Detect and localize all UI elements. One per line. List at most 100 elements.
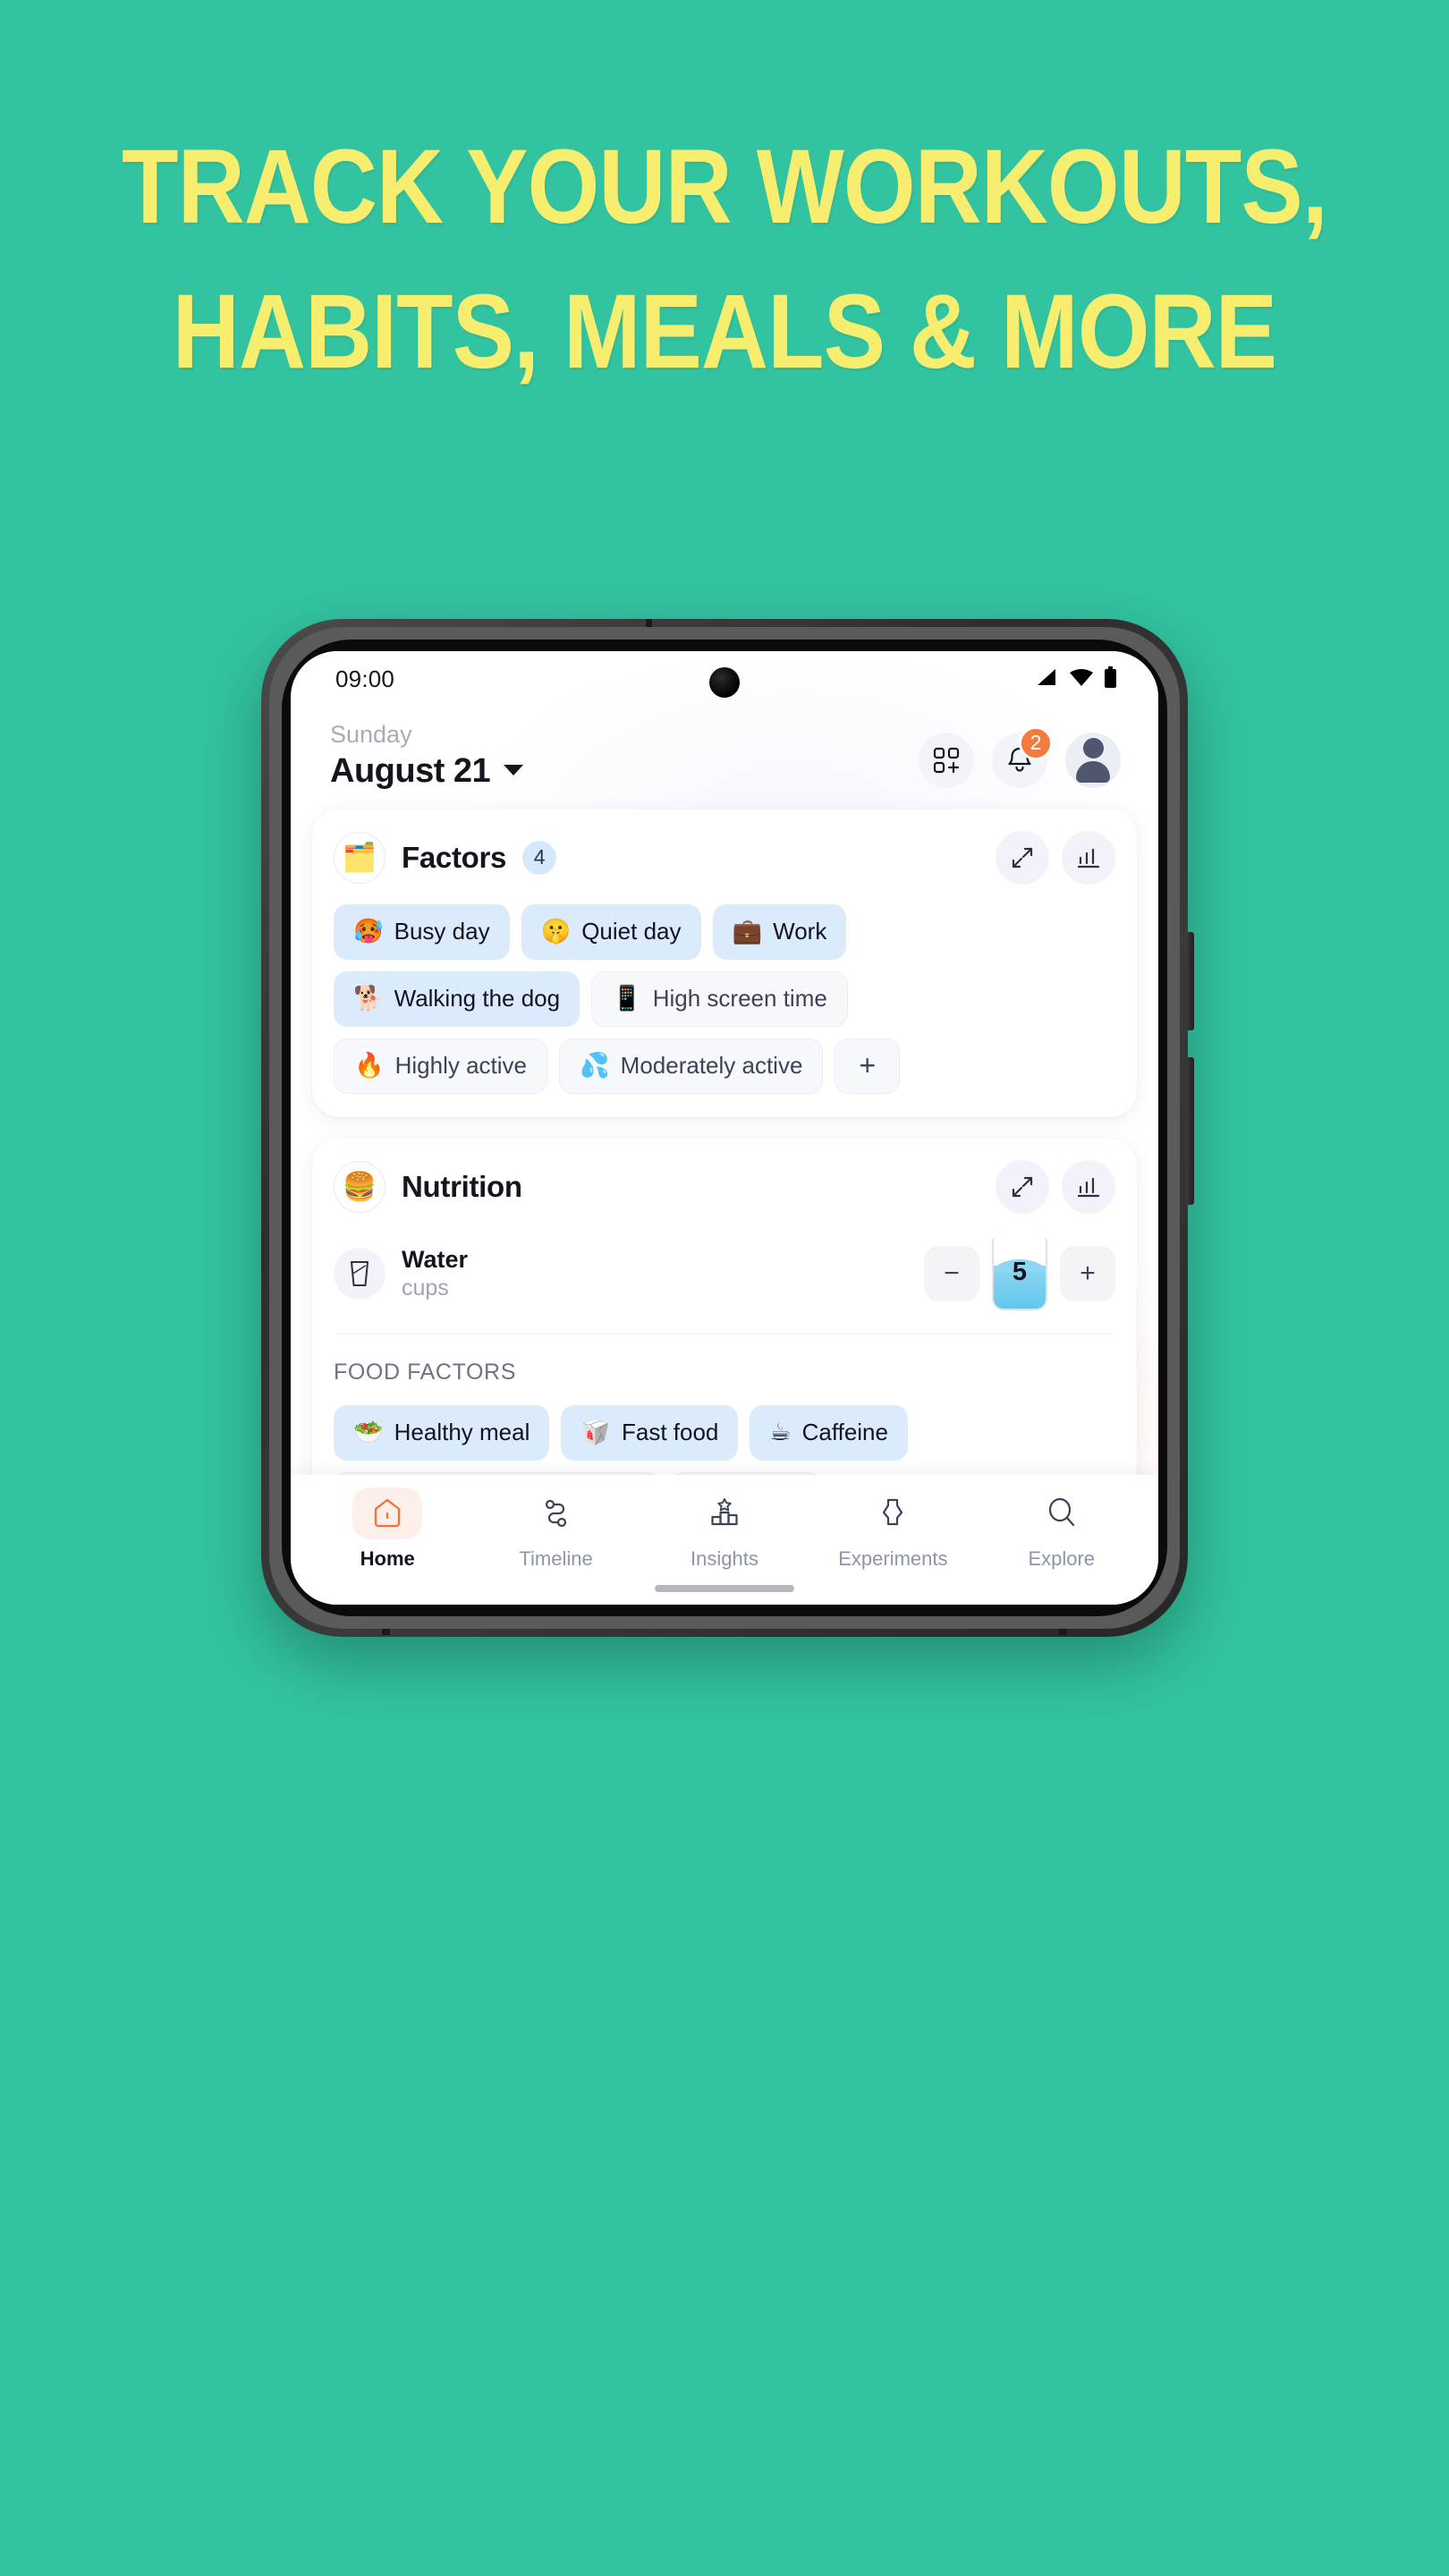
- nav-item-home[interactable]: Home: [309, 1487, 466, 1571]
- wifi-icon: [1069, 667, 1094, 691]
- phone-screen: 09:00 Sunday August 21 2 🗂️ Factors 4 🥵 …: [291, 651, 1158, 1605]
- app-header: Sunday August 21 2: [291, 707, 1158, 809]
- water-increment-button[interactable]: +: [1060, 1245, 1115, 1301]
- profile-button[interactable]: [1065, 732, 1121, 788]
- water-measure-row: Water cups − 5 +: [334, 1236, 1115, 1310]
- chip-emoji-icon: ☕: [769, 1419, 792, 1447]
- battery-icon: [1104, 665, 1117, 692]
- water-labels: Water cups: [402, 1246, 468, 1301]
- power-button[interactable]: [1186, 1057, 1194, 1205]
- plus-icon: +: [859, 1049, 877, 1082]
- measure-name: Water: [402, 1245, 469, 1273]
- nav-item-insights[interactable]: Insights: [646, 1487, 803, 1571]
- weekday-label: Sunday: [330, 721, 412, 748]
- chip-emoji-icon: 🔥: [354, 1052, 385, 1080]
- chip-row: 🔥 Highly active 💦 Moderately active +: [334, 1038, 1115, 1094]
- chip-caffeine[interactable]: ☕ Caffeine: [750, 1404, 908, 1461]
- chip-emoji-icon: 💦: [580, 1052, 610, 1080]
- chip-busy-day[interactable]: 🥵 Busy day: [334, 903, 510, 960]
- factors-chip-list: 🥵 Busy day 🤫 Quiet day 💼 Work 🐕 Walking …: [334, 903, 1115, 1094]
- timeline-icon: [521, 1487, 591, 1539]
- chip-emoji-icon: 🥗: [353, 1419, 384, 1447]
- nav-label: Home: [360, 1547, 415, 1570]
- chevron-down-icon[interactable]: [504, 765, 524, 776]
- volume-button[interactable]: [1186, 932, 1194, 1030]
- home-scroll-area[interactable]: 🗂️ Factors 4 🥵 Busy day 🤫 Quiet day 💼 Wo…: [291, 809, 1158, 1605]
- factors-count-badge: 4: [522, 840, 557, 875]
- chart-icon[interactable]: [1062, 830, 1115, 885]
- chip-label: Highly active: [394, 1052, 528, 1080]
- nav-label: Insights: [691, 1547, 758, 1570]
- chip-row: 🐕 Walking the dog 📱 High screen time: [334, 970, 1115, 1027]
- chip-row: 🥵 Busy day 🤫 Quiet day 💼 Work: [334, 903, 1115, 960]
- avatar-icon: [1076, 737, 1110, 783]
- chip-walking-the-dog[interactable]: 🐕 Walking the dog: [334, 970, 580, 1027]
- chip-moderately-active[interactable]: 💦 Moderately active: [559, 1038, 824, 1094]
- expand-icon[interactable]: [996, 1159, 1049, 1214]
- nutrition-emoji-icon: 🍔: [334, 1160, 386, 1213]
- card-actions: [996, 1159, 1115, 1214]
- add-factor-button[interactable]: +: [835, 1038, 901, 1094]
- chip-label: Busy day: [394, 918, 490, 945]
- chip-label: High screen time: [652, 985, 827, 1013]
- chip-fast-food[interactable]: 🥡 Fast food: [561, 1404, 739, 1461]
- chip-emoji-icon: 💼: [732, 918, 763, 946]
- chip-healthy-meal[interactable]: 🥗 Healthy meal: [334, 1404, 550, 1461]
- nav-item-timeline[interactable]: Timeline: [478, 1487, 635, 1571]
- chip-high-screen-time[interactable]: 📱 High screen time: [591, 970, 848, 1027]
- nav-items: Home Timeline Insights Experiments Explo…: [303, 1487, 1146, 1571]
- promo-headline: TRACK YOUR WORKOUTS, HABITS, MEALS & MOR…: [87, 134, 1362, 385]
- status-time: 09:00: [335, 665, 395, 692]
- headline-line-1: TRACK YOUR WORKOUTS,: [122, 128, 1328, 246]
- date-row[interactable]: August 21: [330, 752, 524, 792]
- home-indicator: [655, 1585, 794, 1592]
- expand-icon[interactable]: [996, 830, 1049, 885]
- chip-row: 🥗 Healthy meal 🥡 Fast food ☕ Caffeine: [334, 1404, 1115, 1461]
- chip-emoji-icon: 🤫: [540, 918, 572, 946]
- chart-icon[interactable]: [1062, 1159, 1115, 1214]
- chip-label: Caffeine: [801, 1419, 888, 1446]
- chip-label: Walking the dog: [394, 985, 561, 1013]
- card-header: 🍔 Nutrition: [334, 1159, 1115, 1214]
- water-value-glass[interactable]: 5: [992, 1236, 1047, 1310]
- measure-unit: cups: [402, 1275, 449, 1301]
- home-icon: [352, 1487, 423, 1539]
- water-value: 5: [1012, 1258, 1028, 1287]
- search-icon: [1027, 1487, 1097, 1539]
- header-actions: 2: [919, 725, 1121, 792]
- nav-label: Explore: [1028, 1547, 1096, 1570]
- card-header: 🗂️ Factors 4: [334, 830, 1115, 885]
- nav-item-experiments[interactable]: Experiments: [814, 1487, 971, 1571]
- date-label: August 21: [330, 752, 491, 791]
- notification-badge: 2: [1019, 725, 1053, 760]
- factors-emoji-icon: 🗂️: [334, 831, 386, 884]
- camera-punchhole-icon: [709, 667, 740, 698]
- chip-emoji-icon: 🥵: [353, 918, 384, 946]
- bottom-navigation: Home Timeline Insights Experiments Explo…: [291, 1475, 1158, 1605]
- chip-emoji-icon: 🐕: [353, 985, 384, 1013]
- date-selector[interactable]: Sunday August 21: [330, 721, 524, 792]
- chip-highly-active[interactable]: 🔥 Highly active: [334, 1038, 548, 1094]
- chip-emoji-icon: 📱: [612, 985, 642, 1013]
- chip-label: Quiet day: [581, 918, 682, 945]
- chip-label: Fast food: [621, 1419, 719, 1446]
- water-decrement-button[interactable]: −: [924, 1245, 979, 1301]
- chip-quiet-day[interactable]: 🤫 Quiet day: [521, 903, 701, 960]
- card-divider: [335, 1333, 1114, 1335]
- card-factors: 🗂️ Factors 4 🥵 Busy day 🤫 Quiet day 💼 Wo…: [312, 809, 1137, 1117]
- chip-label: Healthy meal: [394, 1419, 530, 1446]
- water-glass-icon: [334, 1247, 386, 1300]
- card-title: Factors: [402, 840, 507, 874]
- notifications-button[interactable]: 2: [992, 725, 1053, 788]
- add-widget-button[interactable]: [919, 732, 974, 788]
- nav-label: Timeline: [519, 1547, 593, 1570]
- nav-item-explore[interactable]: Explore: [983, 1487, 1140, 1571]
- status-icons: [1036, 665, 1117, 692]
- chip-work[interactable]: 💼 Work: [712, 903, 847, 960]
- flask-icon: [858, 1487, 928, 1539]
- card-title: Nutrition: [402, 1169, 522, 1203]
- insights-podium-icon: [690, 1487, 759, 1539]
- headline-line-2: HABITS, MEALS & MORE: [172, 273, 1277, 391]
- status-bar: 09:00: [291, 651, 1158, 707]
- chip-label: Moderately active: [620, 1052, 803, 1080]
